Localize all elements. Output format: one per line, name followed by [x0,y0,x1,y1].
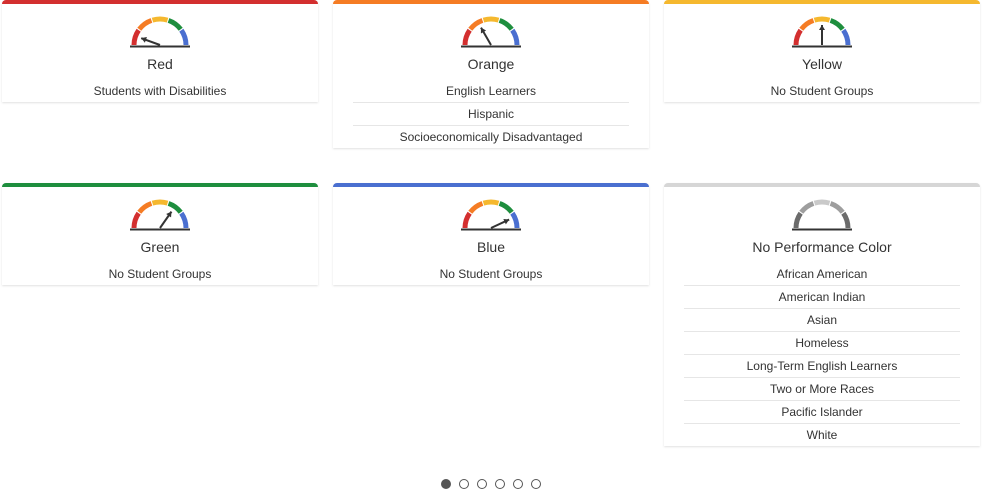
carousel-dot-4[interactable] [495,479,505,489]
gauge-segment [137,201,153,214]
gauge-icon [792,16,852,48]
student-group-item: Students with Disabilities [93,84,227,98]
student-group-list: No Student Groups [676,80,968,102]
student-group-list: English Learners Hispanic Socioeconomicall… [345,80,637,148]
card-color-bar [2,0,318,4]
card-color-bar [333,0,649,4]
gauge-segment [131,28,141,46]
gauge-segment [137,18,153,31]
gauge-segment [799,18,815,31]
performance-card-yellow: Yellow No Student Groups [664,0,980,102]
gauge-icon [792,199,852,231]
student-group-item: Socioeconomically Disadvantaged [399,130,583,144]
student-group-item: White [806,428,838,442]
carousel-pagination [0,479,982,489]
card-title: Red [147,56,173,72]
card-body: Red Students with Disabilities [2,14,318,102]
card-body: Yellow No Student Groups [664,14,980,102]
carousel-dot-1[interactable] [441,479,451,489]
gauge-segment [179,28,189,46]
gauge-segment [841,28,851,46]
gauge-segment [841,211,851,229]
gauge-segment [510,28,520,46]
student-group-item: Long-Term English Learners [684,355,960,378]
gauge-segment [167,201,183,214]
card-body: No Performance Color African American Amer… [664,197,980,446]
gauge-segment [131,211,141,229]
performance-card-red: Red Students with Disabilities [2,0,318,102]
card-body: Orange English Learners Hispanic Socioecono… [333,14,649,148]
student-group-item: Homeless [684,332,960,355]
gauge-segment [813,16,831,23]
card-color-bar [333,183,649,187]
card-title: Green [140,239,180,255]
student-group-list: Students with Disabilities [14,80,306,102]
gauge-icon [461,199,521,231]
card-body: Blue No Student Groups [333,197,649,285]
student-group-item: English Learners [353,80,629,103]
gauge-segment [829,201,845,214]
gauge-segment [468,201,484,214]
student-group-item: African American [684,263,960,286]
card-color-bar [2,183,318,187]
gauge-segment [462,211,472,229]
gauge-segment [179,211,189,229]
card-color-bar [664,183,980,187]
gauge-segment [482,16,500,23]
student-group-list: No Student Groups [14,263,306,285]
student-group-item: No Student Groups [439,267,543,281]
gauge-icon [461,16,521,48]
gauge-icon [130,199,190,231]
gauge-segment [793,28,803,46]
student-group-item: Two or More Races [684,378,960,401]
student-group-list: African American American Indian Asian Home… [676,263,968,446]
carousel-dot-2[interactable] [459,479,469,489]
performance-card-green: Green No Student Groups [2,183,318,285]
gauge-segment [482,199,500,206]
student-group-item: No Student Groups [770,84,874,98]
student-group-item: No Student Groups [108,267,212,281]
carousel-dot-5[interactable] [513,479,523,489]
card-title: No Performance Color [752,239,892,255]
card-title: Blue [476,239,506,255]
gauge-needle-head [819,25,825,30]
student-group-item: Asian [684,309,960,332]
gauge-segment [510,211,520,229]
student-group-list: No Student Groups [345,263,637,285]
card-body: Green No Student Groups [2,197,318,285]
student-group-item: American Indian [684,286,960,309]
card-title: Orange [467,56,515,72]
gauge-icon [130,16,190,48]
student-group-item: Hispanic [353,103,629,126]
gauge-segment [799,201,815,214]
performance-card-blue: Blue No Student Groups [333,183,649,285]
performance-card-no-performance-color: No Performance Color African American Amer… [664,183,980,446]
carousel-dot-3[interactable] [477,479,487,489]
gauge-segment [829,18,845,31]
gauge-segment [813,199,831,206]
student-group-item: Pacific Islander [684,401,960,424]
gauge-segment [498,201,514,214]
gauge-segment [151,199,169,206]
performance-card-orange: Orange English Learners Hispanic Socioecono… [333,0,649,148]
card-color-bar [664,0,980,4]
gauge-segment [167,18,183,31]
carousel-dot-6[interactable] [531,479,541,489]
gauge-segment [462,28,472,46]
gauge-segment [151,16,169,23]
gauge-segment [793,211,803,229]
gauge-segment [498,18,514,31]
card-title: Yellow [802,56,842,72]
